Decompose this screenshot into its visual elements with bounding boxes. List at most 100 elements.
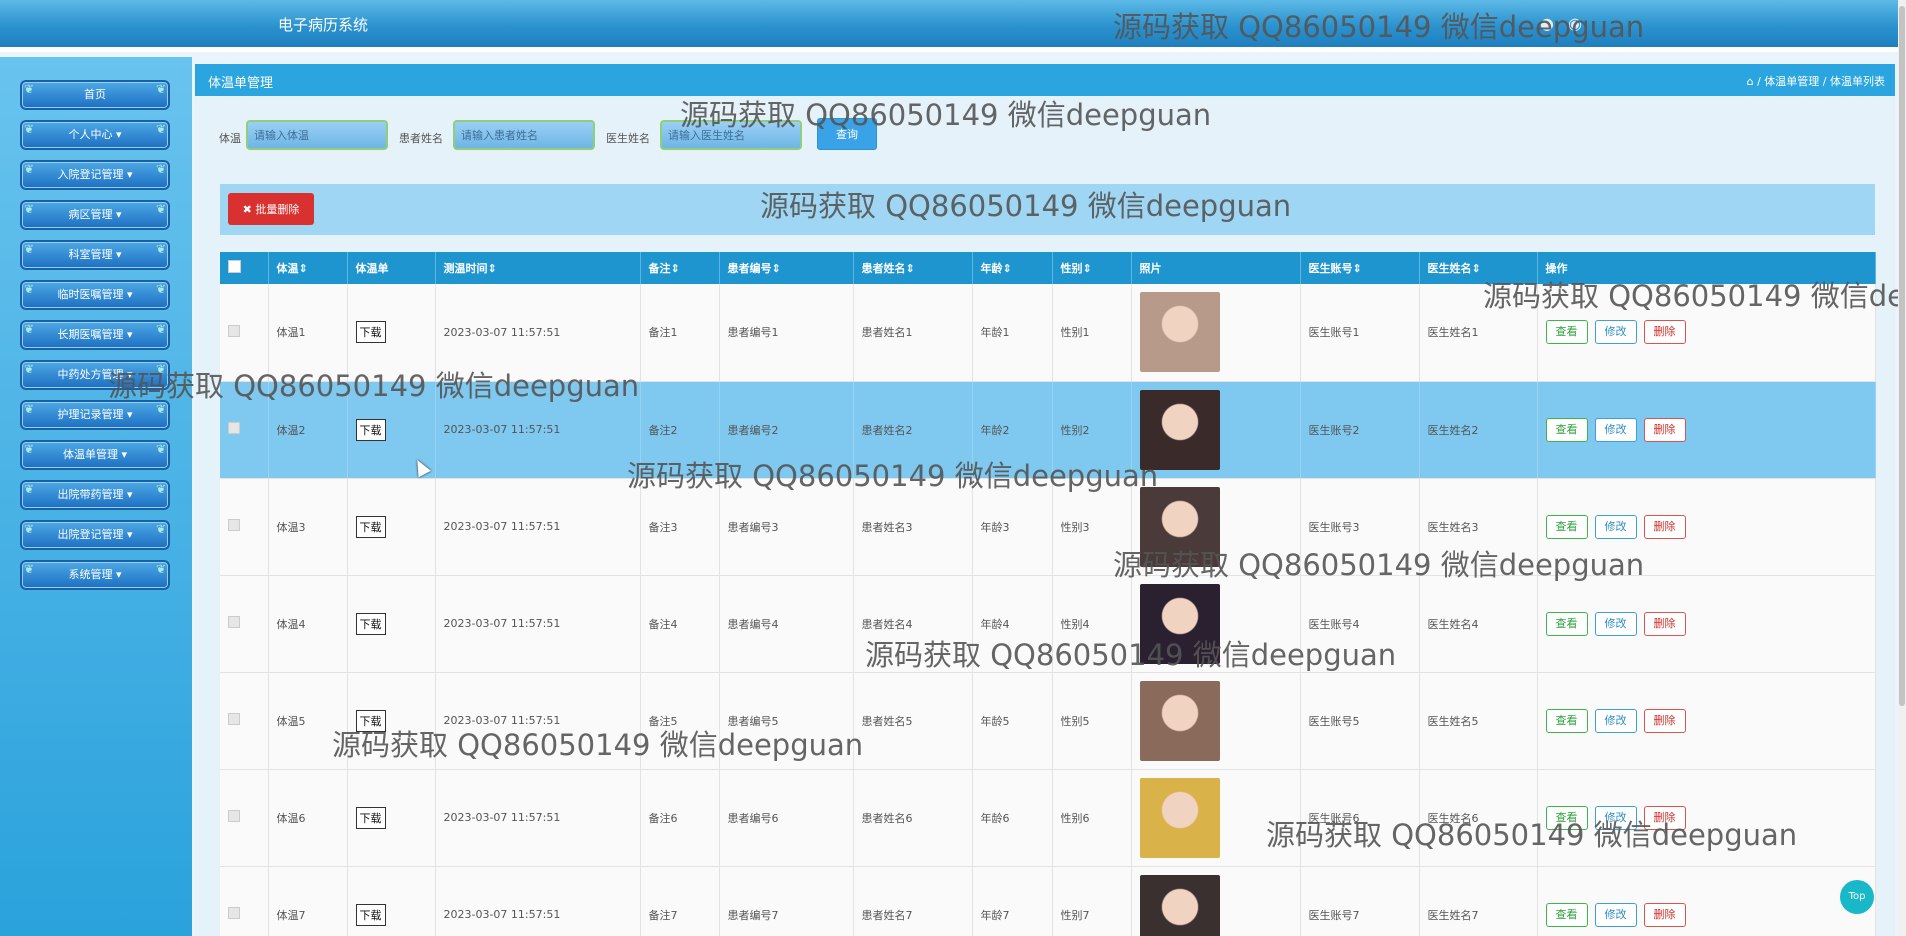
view-button[interactable]: 查看 <box>1545 417 1588 442</box>
edit-button[interactable]: 修改 <box>1594 611 1637 636</box>
query-button[interactable]: 查询 <box>817 118 877 150</box>
col-age[interactable]: 年龄⇕ <box>972 252 1053 284</box>
delete-button[interactable]: 删除 <box>1643 902 1686 927</box>
table-row[interactable]: 体温7 下载 2023-03-07 11:57:51 备注7 患者编号7 患者姓名7 年龄7… <box>220 866 1876 936</box>
back-to-top-button[interactable]: Top <box>1840 880 1874 914</box>
logout-icon[interactable]: ◉ <box>1568 14 1582 33</box>
download-button[interactable]: 下载 <box>355 709 386 732</box>
download-button[interactable]: 下载 <box>355 418 386 441</box>
patient-name-input[interactable] <box>453 120 595 150</box>
delete-button[interactable]: 删除 <box>1643 805 1686 830</box>
cell-doctor-name: 医生姓名5 <box>1419 672 1538 770</box>
user-icon[interactable]: ● <box>1540 14 1554 33</box>
row-checkbox[interactable] <box>220 284 269 382</box>
row-checkbox[interactable] <box>220 769 269 867</box>
download-button[interactable]: 下载 <box>355 321 386 344</box>
sidebar-item-temperature[interactable]: 体温单管理 ▾ <box>20 436 170 470</box>
cell-photo <box>1131 284 1301 382</box>
cell-doctor-account: 医生账号4 <box>1300 575 1420 673</box>
edit-button[interactable]: 修改 <box>1594 708 1637 733</box>
view-button[interactable]: 查看 <box>1545 805 1588 830</box>
cell-time: 2023-03-07 11:57:51 <box>435 284 641 382</box>
row-checkbox[interactable] <box>220 866 269 936</box>
patient-photo[interactable] <box>1139 486 1220 567</box>
cell-temp-sheet: 下载 <box>347 672 436 770</box>
cell-temp-sheet: 下载 <box>347 575 436 673</box>
cell-note: 备注5 <box>640 672 720 770</box>
sidebar-item-nursing[interactable]: 护理记录管理 ▾ <box>20 396 170 430</box>
col-temp[interactable]: 体温⇕ <box>268 252 348 284</box>
sidebar-item-temp-orders[interactable]: 临时医嘱管理 ▾ <box>20 276 170 310</box>
sidebar-item-home[interactable]: 首页 <box>20 76 170 110</box>
delete-button[interactable]: 删除 <box>1643 320 1686 345</box>
patient-photo[interactable] <box>1139 389 1220 470</box>
breadcrumb[interactable]: ⌂ / 体温单管理 / 体温单列表 <box>1747 73 1885 89</box>
cell-patient-name: 患者姓名6 <box>853 769 973 867</box>
view-button[interactable]: 查看 <box>1545 514 1588 539</box>
batch-toolbar: ✖ 批量删除 <box>220 184 1875 235</box>
col-note[interactable]: 备注⇕ <box>640 252 720 284</box>
patient-photo[interactable] <box>1139 680 1220 761</box>
download-button[interactable]: 下载 <box>355 515 386 538</box>
top-header: 电子病历系统 ● ◉ <box>0 0 1906 52</box>
delete-button[interactable]: 删除 <box>1643 417 1686 442</box>
doctor-name-input[interactable] <box>660 120 802 150</box>
sidebar-item-discharge-meds[interactable]: 出院带药管理 ▾ <box>20 476 170 510</box>
view-button[interactable]: 查看 <box>1545 708 1588 733</box>
cell-actions: 查看 修改 删除 <box>1537 284 1876 382</box>
download-button[interactable]: 下载 <box>355 806 386 829</box>
row-checkbox[interactable] <box>220 478 269 576</box>
patient-photo[interactable] <box>1139 777 1220 858</box>
cell-actions: 查看 修改 删除 <box>1537 866 1876 936</box>
row-checkbox[interactable] <box>220 672 269 770</box>
cell-patient-name: 患者姓名7 <box>853 866 973 936</box>
row-checkbox[interactable] <box>220 575 269 673</box>
patient-photo[interactable] <box>1139 583 1220 664</box>
table-row[interactable]: 体温2 下载 2023-03-07 11:57:51 备注2 患者编号2 患者姓名2 年龄2… <box>220 381 1876 479</box>
col-patient-id[interactable]: 患者编号⇕ <box>719 252 854 284</box>
sidebar-item-department[interactable]: 科室管理 ▾ <box>20 236 170 270</box>
sidebar-item-herbal[interactable]: 中药处方管理 ▾ <box>20 356 170 390</box>
temp-input[interactable] <box>246 120 388 150</box>
patient-photo[interactable] <box>1139 292 1220 373</box>
patient-photo[interactable] <box>1139 874 1220 936</box>
cell-patient-name: 患者姓名4 <box>853 575 973 673</box>
col-patient-name[interactable]: 患者姓名⇕ <box>853 252 973 284</box>
page-scrollbar[interactable] <box>1898 0 1906 936</box>
edit-button[interactable]: 修改 <box>1594 805 1637 830</box>
col-sex[interactable]: 性别⇕ <box>1052 252 1132 284</box>
edit-button[interactable]: 修改 <box>1594 417 1637 442</box>
delete-button[interactable]: 删除 <box>1643 708 1686 733</box>
view-button[interactable]: 查看 <box>1545 320 1588 345</box>
sidebar-item-ward[interactable]: 病区管理 ▾ <box>20 196 170 230</box>
col-doctor-name[interactable]: 医生姓名⇕ <box>1419 252 1538 284</box>
table-row[interactable]: 体温6 下载 2023-03-07 11:57:51 备注6 患者编号6 患者姓名6 年龄6… <box>220 769 1876 867</box>
download-button[interactable]: 下载 <box>355 612 386 635</box>
cell-patient-id: 患者编号4 <box>719 575 854 673</box>
edit-button[interactable]: 修改 <box>1594 514 1637 539</box>
sidebar-item-discharge[interactable]: 出院登记管理 ▾ <box>20 516 170 550</box>
sidebar-item-personal[interactable]: 个人中心 ▾ <box>20 116 170 150</box>
sidebar-item-admission[interactable]: 入院登记管理 ▾ <box>20 156 170 190</box>
delete-button[interactable]: 删除 <box>1643 611 1686 636</box>
table-row[interactable]: 体温3 下载 2023-03-07 11:57:51 备注3 患者编号3 患者姓名3 年龄3… <box>220 478 1876 576</box>
table-row[interactable]: 体温4 下载 2023-03-07 11:57:51 备注4 患者编号4 患者姓名4 年龄4… <box>220 575 1876 673</box>
view-button[interactable]: 查看 <box>1545 611 1588 636</box>
col-time[interactable]: 测温时间⇕ <box>435 252 641 284</box>
batch-delete-button[interactable]: ✖ 批量删除 <box>228 193 314 225</box>
view-button[interactable]: 查看 <box>1545 902 1588 927</box>
edit-button[interactable]: 修改 <box>1594 902 1637 927</box>
scrollbar-thumb[interactable] <box>1899 6 1905 706</box>
table-row[interactable]: 体温1 下载 2023-03-07 11:57:51 备注1 患者编号1 患者姓名1 年龄1… <box>220 284 1876 382</box>
table-row[interactable]: 体温5 下载 2023-03-07 11:57:51 备注5 患者编号5 患者姓名5 年龄5… <box>220 672 1876 770</box>
sidebar-item-long-orders[interactable]: 长期医嘱管理 ▾ <box>20 316 170 350</box>
row-checkbox[interactable] <box>220 381 269 479</box>
edit-button[interactable]: 修改 <box>1594 320 1637 345</box>
col-doctor-account[interactable]: 医生账号⇕ <box>1300 252 1420 284</box>
sidebar-item-system[interactable]: 系统管理 ▾ <box>20 556 170 590</box>
cell-sex: 性别7 <box>1052 866 1132 936</box>
cell-sex: 性别4 <box>1052 575 1132 673</box>
download-button[interactable]: 下载 <box>355 903 386 926</box>
delete-button[interactable]: 删除 <box>1643 514 1686 539</box>
select-all-checkbox[interactable] <box>220 252 269 284</box>
